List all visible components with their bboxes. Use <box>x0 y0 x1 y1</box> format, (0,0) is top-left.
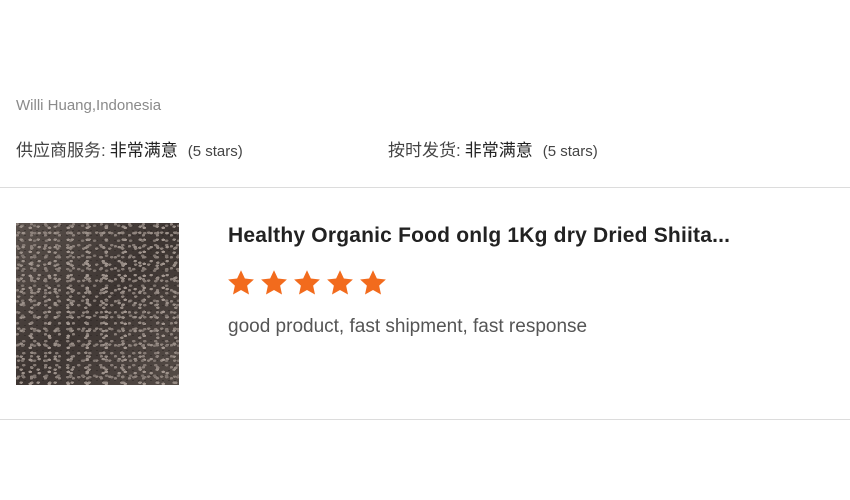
rating-value: 非常满意 <box>464 141 533 160</box>
rating-label: 供应商服务: <box>16 141 106 160</box>
rating-value: 非常满意 <box>109 141 178 160</box>
supplier-ratings: 供应商服务: 非常满意 (5 stars) 按时发货: 非常满意 (5 stars) <box>16 136 836 162</box>
rating-label: 按时发货: <box>388 141 461 160</box>
rating-supplier-service: 供应商服务: 非常满意 (5 stars) <box>16 136 243 161</box>
star-icon <box>228 270 254 295</box>
review-comment: good product, fast shipment, fast respon… <box>228 316 588 337</box>
star-icon <box>327 270 353 295</box>
rating-on-time-delivery: 按时发货: 非常满意 (5 stars) <box>388 136 598 161</box>
star-icon <box>360 270 386 295</box>
product-title-link[interactable]: Healthy Organic Food onlg 1Kg dry Dried … <box>228 224 730 248</box>
star-icon <box>261 270 287 295</box>
divider <box>0 187 850 188</box>
rating-stars-text: (5 stars) <box>542 143 598 160</box>
product-image[interactable] <box>16 223 179 385</box>
review-panel: Willi Huang,Indonesia 供应商服务: 非常满意 (5 stars… <box>0 0 850 500</box>
star-rating <box>226 268 388 298</box>
rating-stars-text: (5 stars) <box>187 143 243 160</box>
divider <box>0 419 850 420</box>
reviewer-name: Willi Huang,Indonesia <box>16 97 162 114</box>
star-icon <box>294 270 320 295</box>
